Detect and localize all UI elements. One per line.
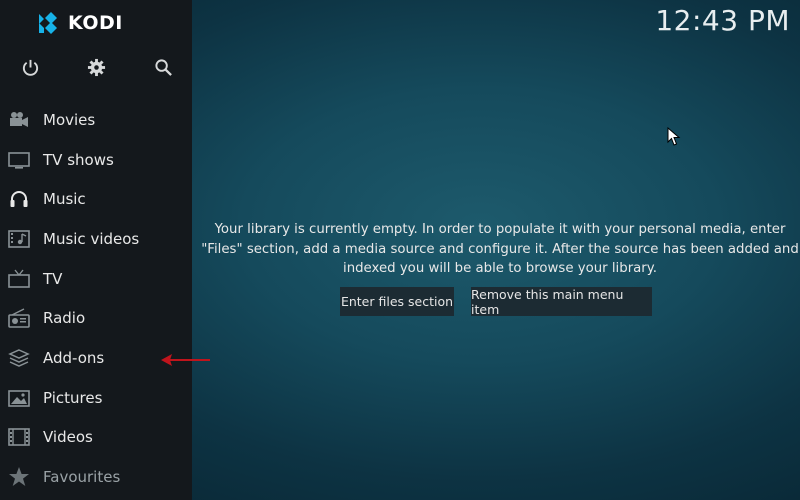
annotation-arrow-icon [161, 354, 210, 366]
headphones-icon [8, 188, 30, 210]
menu-item-label: Favourites [43, 468, 121, 487]
clock: 12:43 PM [655, 4, 790, 37]
menu-item-tv-shows[interactable]: TV shows [0, 140, 192, 180]
menu-item-music-videos[interactable]: Music videos [0, 219, 192, 259]
settings-button[interactable] [83, 54, 109, 80]
menu-item-radio[interactable]: Radio [0, 298, 192, 338]
menu-item-label: Music [43, 190, 86, 209]
menu-item-label: Videos [43, 428, 93, 447]
power-icon [22, 59, 38, 76]
menu-item-music[interactable]: Music [0, 179, 192, 219]
menu-item-movies[interactable]: Movies [0, 100, 192, 140]
addons-box-icon [8, 347, 30, 369]
sidebar: KODI Movies TV shows Music Music videos … [0, 0, 192, 500]
menu-item-label: Pictures [43, 388, 103, 407]
music-video-icon [8, 228, 30, 250]
remove-menu-item-button[interactable]: Remove this main menu item [471, 287, 652, 317]
search-button[interactable] [150, 54, 176, 80]
main-menu: Movies TV shows Music Music videos TV Ra… [0, 100, 192, 497]
picture-icon [8, 387, 30, 409]
menu-item-label: TV shows [43, 150, 114, 169]
kodi-logo-text: KODI [68, 12, 123, 34]
message-line: indexed you will be able to browse your … [343, 261, 657, 276]
menu-item-label: Music videos [43, 229, 140, 248]
tv-antenna-icon [8, 268, 30, 290]
tv-icon [8, 149, 30, 171]
menu-item-label: Radio [43, 309, 86, 328]
empty-library-message: Your library is currently empty. In orde… [200, 220, 800, 279]
top-button-row [0, 54, 192, 80]
menu-item-label: TV [43, 269, 63, 288]
enter-files-section-button[interactable]: Enter files section [340, 287, 454, 316]
kodi-logo: KODI [36, 10, 123, 36]
menu-item-label: Add-ons [43, 348, 105, 367]
message-line: Your library is currently empty. In orde… [214, 222, 786, 237]
kodi-logo-icon [39, 12, 57, 34]
mouse-cursor-icon [667, 127, 681, 146]
menu-item-favourites[interactable]: Favourites [0, 457, 192, 497]
film-strip-icon [8, 426, 30, 448]
radio-icon [8, 307, 30, 329]
message-line: "Files" section, add a media source and … [201, 241, 799, 257]
movie-camera-icon [8, 109, 30, 131]
menu-item-tv[interactable]: TV [0, 259, 192, 299]
gear-icon [87, 58, 105, 76]
power-button[interactable] [17, 54, 43, 80]
menu-item-pictures[interactable]: Pictures [0, 378, 192, 418]
menu-item-videos[interactable]: Videos [0, 418, 192, 458]
search-icon [154, 58, 172, 76]
star-icon [8, 466, 30, 488]
menu-item-label: Movies [43, 110, 96, 129]
